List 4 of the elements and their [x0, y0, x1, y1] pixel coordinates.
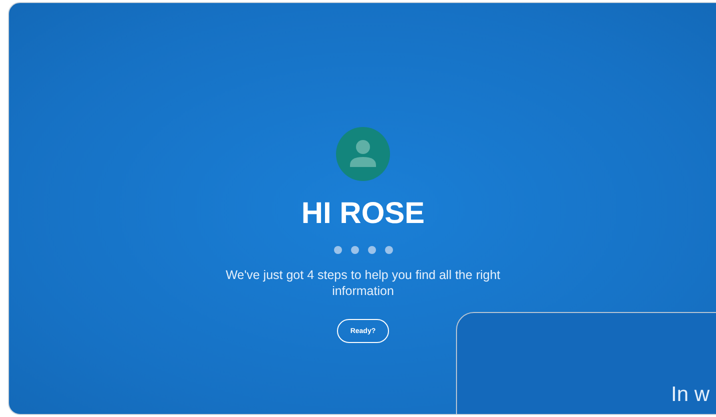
- user-avatar-icon: [336, 127, 390, 181]
- card-heading: In w: [671, 383, 710, 407]
- greeting-title: HI ROSE: [301, 197, 425, 231]
- intro-message: We've just got 4 steps to help you find all the right information: [224, 267, 502, 299]
